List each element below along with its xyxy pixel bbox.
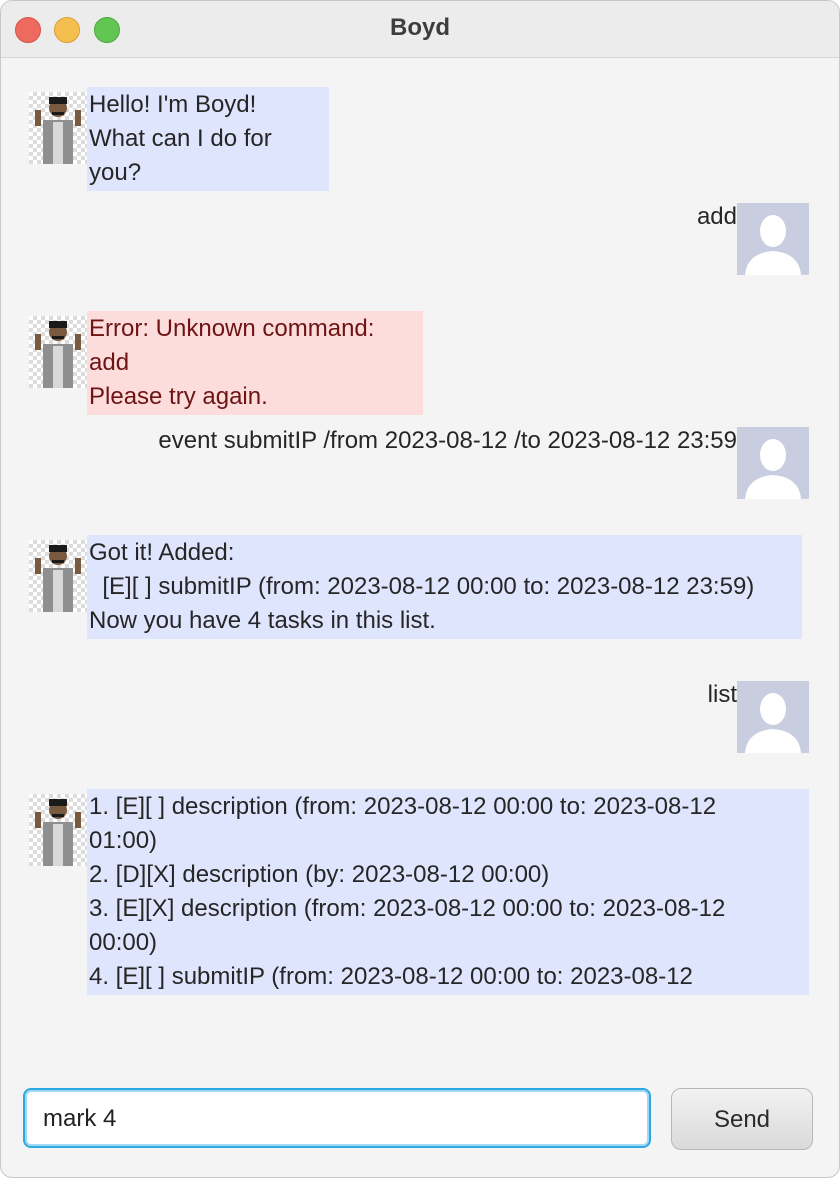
message-line: [E][ ] submitIP (from: 2023-08-12 00:00 …	[89, 573, 755, 600]
bot-message: Got it! Added: [E][ ] submitIP (from: 20…	[87, 535, 802, 639]
message-line: Error: Unknown command: add	[89, 315, 382, 376]
message-line: 2. [D][X] description (by: 2023-08-12 00…	[89, 861, 550, 888]
bot-avatar-icon	[29, 794, 87, 866]
message-line: 3. [E][X] description (from: 2023-08-12 …	[89, 895, 726, 922]
user-message: add	[696, 203, 737, 230]
bot-avatar-icon	[29, 316, 87, 388]
user-message: list	[707, 681, 737, 708]
user-message: event submitIP /from 2023-08-12 /to 2023…	[158, 427, 737, 454]
bot-message: Hello! I'm Boyd! What can I do for you?	[87, 87, 329, 191]
user-avatar-icon	[737, 427, 809, 499]
app-window: Boyd Hello! I'm Boyd! What can I do for …	[0, 0, 840, 1178]
message-line: 1. [E][ ] description (from: 2023-08-12 …	[89, 793, 717, 820]
title-bar: Boyd	[1, 1, 839, 58]
message-line: 4. [E][ ] submitIP (from: 2023-08-12 00:…	[89, 963, 693, 990]
bot-message: 1. [E][ ] description (from: 2023-08-12 …	[87, 789, 809, 995]
command-input[interactable]: mark 4	[23, 1088, 651, 1148]
error-message: Error: Unknown command: add Please try a…	[87, 311, 423, 415]
user-avatar-icon	[737, 203, 809, 275]
bot-avatar-icon	[29, 540, 87, 612]
message-line: Now you have 4 tasks in this list.	[89, 607, 436, 634]
message-line: What can I do for you?	[89, 125, 279, 186]
window-title: Boyd	[390, 14, 450, 41]
send-button[interactable]: Send	[671, 1088, 813, 1150]
message-line: 00:00)	[89, 929, 158, 956]
message-line: 01:00)	[89, 827, 158, 854]
message-line: Please try again.	[89, 383, 268, 410]
chat-area[interactable]: Hello! I'm Boyd! What can I do for you? …	[1, 58, 839, 1058]
user-avatar-icon	[737, 681, 809, 753]
bot-avatar-icon	[29, 92, 87, 164]
message-line: Got it! Added:	[89, 539, 235, 566]
message-line: Hello! I'm Boyd!	[89, 91, 257, 118]
